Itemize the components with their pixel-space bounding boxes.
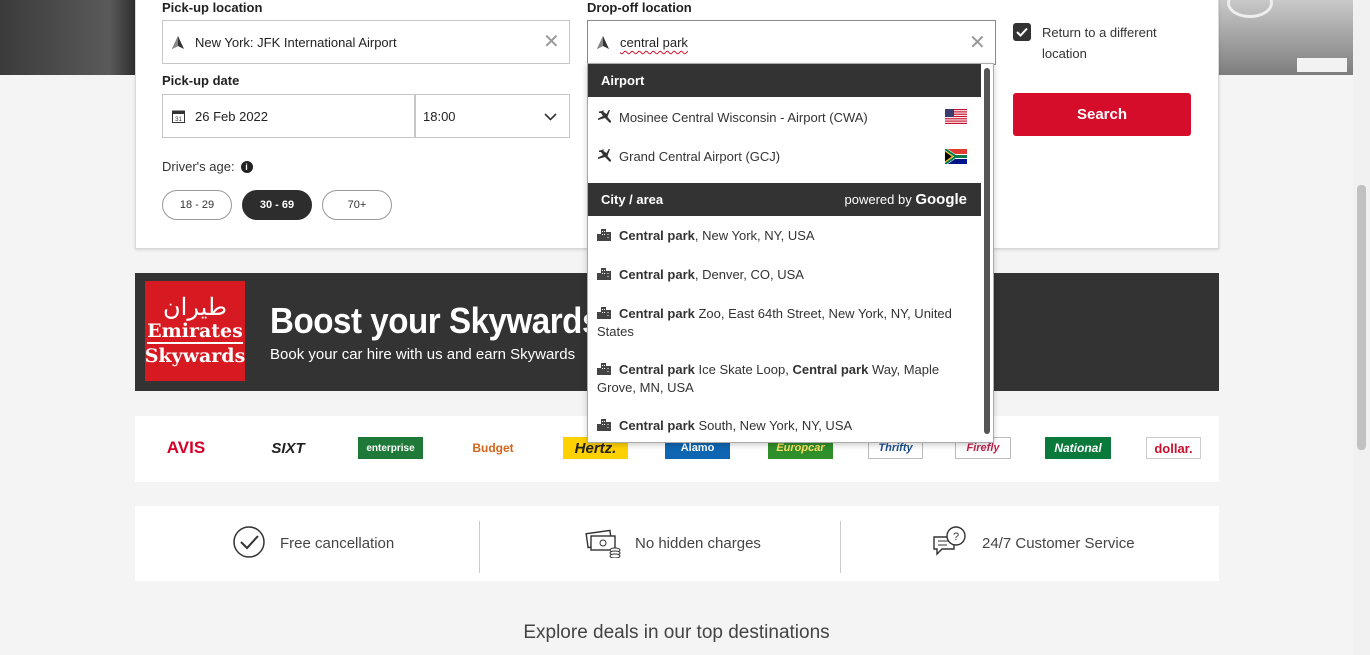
driver-age-text: Driver's age: [162,159,235,174]
suggestion-city-3[interactable]: Central park Zoo, East 64th Street, New … [597,305,975,340]
powered-by-google: powered by Google [844,191,967,208]
brand-national-logo: National [1045,437,1111,459]
city-buildings-icon [597,418,613,435]
calendar-icon: 31 [171,109,185,123]
age-option-30-69[interactable]: 30 - 69 [242,190,312,220]
city-buildings-icon [597,362,613,379]
airplane-icon [597,148,613,167]
page-scrollbar[interactable] [1353,0,1370,655]
banner-title: Boost your Skywards [270,300,600,341]
check-circle-icon [232,525,266,563]
navigation-arrow-icon [171,35,185,49]
search-button[interactable]: Search [1013,93,1191,136]
pickup-time-select[interactable]: 18:00 [415,94,570,138]
clear-dropoff-icon[interactable]: ✕ [969,33,986,53]
age-option-18-29[interactable]: 18 - 29 [162,190,232,220]
dropdown-scrollbar[interactable] [984,68,990,434]
pickup-location-input[interactable]: New York: JFK International Airport ✕ [162,20,570,64]
features-strip: Free cancellation No hidden charges ? 24… [135,506,1219,581]
suggestion-airport-cwa[interactable]: Mosinee Central Wisconsin - Airport (CWA… [597,109,975,128]
chevron-down-icon [544,109,557,124]
suggestion-airport-gcj[interactable]: Grand Central Airport (GCJ) [597,147,975,167]
pickup-time-value: 18:00 [423,108,456,124]
dropoff-suggestions-dropdown[interactable]: Airport Mosinee Central Wisconsin - Airp… [587,63,994,443]
us-flag-icon [945,109,967,124]
dropoff-location-value[interactable]: central park [620,35,969,50]
svg-text:?: ? [953,531,959,543]
city-buildings-icon [597,228,613,245]
banner-subtitle: Book your car hire with us and earn Skyw… [270,346,576,363]
return-different-label: Return to a different location [1042,25,1157,61]
city-buildings-icon [597,267,613,284]
brand-avis-logo: AVIS [166,438,206,457]
info-icon[interactable]: i [240,160,253,173]
feature-divider [840,521,841,573]
feature-divider [479,521,480,573]
return-different-checkbox[interactable] [1013,23,1031,41]
suggestion-city-1[interactable]: Central park, New York, NY, USA [597,227,975,245]
feature-no-hidden-charges: No hidden charges [585,506,761,581]
suggestion-city-5[interactable]: Central park South, New York, NY, USA [597,417,975,435]
suggestion-city-4[interactable]: Central park Ice Skate Loop, Central par… [597,361,975,396]
dropoff-location-input[interactable]: central park ✕ [587,20,996,65]
pickup-date-label: Pick-up date [162,73,240,88]
clear-pickup-icon[interactable]: ✕ [543,32,560,52]
feature-customer-service: ? 24/7 Customer Service [932,506,1135,581]
feature-free-cancellation: Free cancellation [232,506,394,581]
brand-sixt-logo: SIXT [271,439,305,457]
airplane-icon [597,109,613,128]
chat-question-icon: ? [932,525,968,563]
brand-dollar-logo: dollar. [1146,437,1201,459]
city-buildings-icon [597,306,613,323]
suggestion-city-2[interactable]: Central park, Denver, CO, USA [597,266,975,284]
brand-budget-logo: Budget [472,441,514,455]
svg-text:31: 31 [175,117,182,123]
dropoff-location-label: Drop-off location [587,0,692,15]
airport-section-header: Airport [588,64,981,97]
emirates-skywards-logo: طيران Emirates Skywards [145,281,245,381]
page-scrollbar-thumb[interactable] [1357,185,1366,450]
pickup-location-label: Pick-up location [162,0,263,15]
age-option-70-plus[interactable]: 70+ [322,190,392,220]
pickup-location-value: New York: JFK International Airport [195,34,397,50]
explore-destinations-heading: Explore deals in our top destinations [523,622,830,643]
pickup-date-value: 26 Feb 2022 [195,108,269,124]
driver-age-label: Driver's age: i [162,159,253,174]
pickup-date-input[interactable]: 31 26 Feb 2022 [162,94,415,138]
brand-enterprise-logo: enterprise [358,437,423,459]
cash-icon [585,526,621,562]
za-flag-icon [944,147,967,166]
city-area-section-header: City / area powered by Google [588,183,981,216]
navigation-arrow-icon [596,36,610,50]
hero-car-image [1219,0,1354,75]
